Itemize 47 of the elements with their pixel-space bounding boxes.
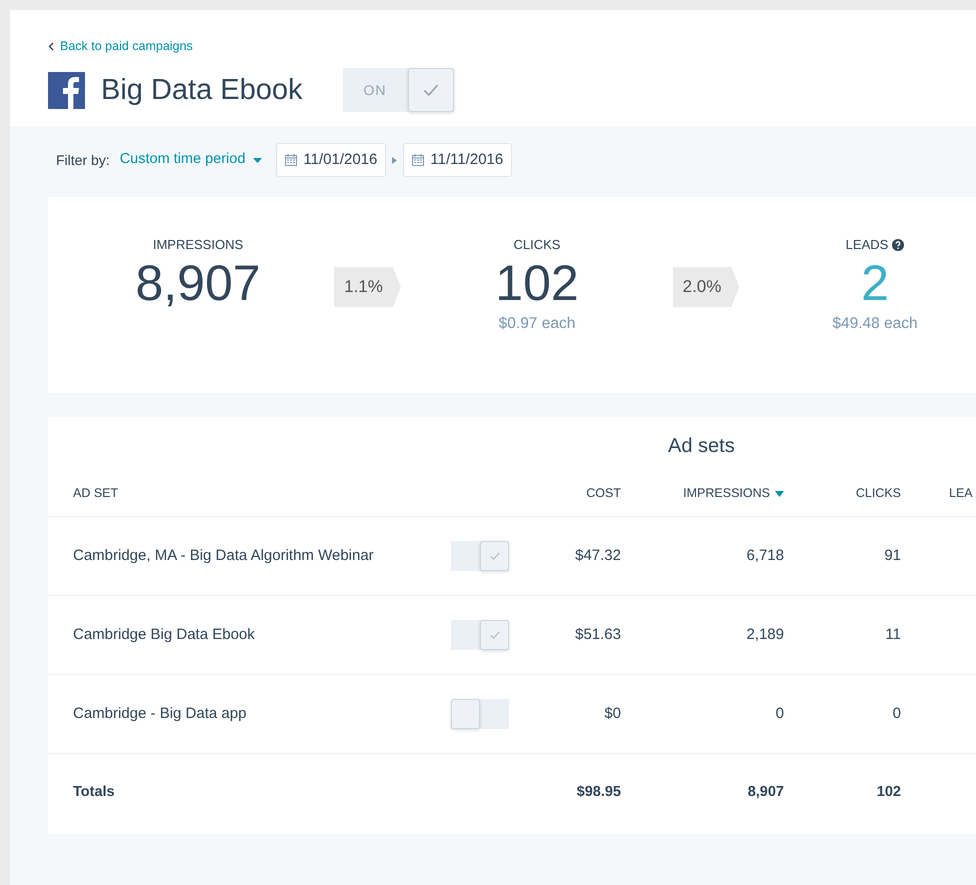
stat-label: IMPRESSIONS <box>152 236 244 254</box>
ad-set-toggle[interactable] <box>451 620 509 650</box>
column-header[interactable]: COST <box>513 484 621 503</box>
stat-value: 2 <box>861 254 889 312</box>
ad-set-toggle[interactable] <box>451 541 509 571</box>
column-header[interactable]: IMPRESSIONS <box>621 484 784 503</box>
ad-set-name: Cambridge - Big Data app <box>73 704 248 724</box>
clicks-cell-text: 11 <box>884 624 901 645</box>
calendar-icon <box>412 154 424 166</box>
calendar-icon <box>285 154 298 166</box>
ad-set-toggle[interactable] <box>451 699 509 729</box>
caret-icon <box>253 158 262 162</box>
filter-label: Filter by: <box>56 150 110 170</box>
clicks-cell-text: 91 <box>883 546 901 566</box>
impressions-cell-text: 6,718 <box>745 546 784 566</box>
cost-cell-text: $0 <box>603 704 621 724</box>
ad-set-name: Cambridge Big Data Ebook <box>73 624 256 645</box>
impressions-cell-text: 0 <box>774 704 784 724</box>
column-header[interactable]: LEA <box>949 484 976 503</box>
clicks-cell-text: 0 <box>892 704 901 724</box>
chevron-left-icon <box>48 42 54 51</box>
campaign-title: Big Data Ebook <box>101 72 303 108</box>
arrow-right-icon <box>392 156 398 164</box>
stat-cost: $0.97 each <box>498 314 576 334</box>
date-field[interactable]: 11/01/2016 <box>276 143 386 177</box>
cost-total: $98.95 <box>576 783 621 802</box>
stat-value: 8,907 <box>135 254 261 312</box>
stat-value: 102 <box>495 254 579 312</box>
back-link[interactable]: Back to paid campaigns <box>48 37 193 56</box>
logo-icon <box>48 72 85 108</box>
column-header[interactable]: CLICKS <box>784 484 901 503</box>
sort-down-icon <box>775 490 784 496</box>
clicks-total: 102 <box>876 783 901 802</box>
stat-label: LEADS <box>846 236 888 254</box>
date-field[interactable]: 11/11/2016 <box>403 143 512 177</box>
impressions-cell-text: 2,189 <box>745 624 784 645</box>
conversion-rate-badge: 1.1% <box>334 267 401 307</box>
stat-label: CLICKS <box>514 236 560 254</box>
conversion-rate-badge: 2.0% <box>672 267 740 307</box>
stat-cost: $49.48 each <box>832 314 918 334</box>
impressions-total: 8,907 <box>746 783 784 802</box>
cost-cell-text: $51.63 <box>574 624 621 645</box>
column-header[interactable]: AD SET <box>73 484 451 503</box>
cost-cell-text: $47.32 <box>574 546 621 566</box>
table-title: Ad sets <box>667 434 736 459</box>
totals-label: Totals <box>73 783 116 802</box>
ad-set-name: Cambridge, MA - Big Data Algorithm Webinar <box>73 546 375 566</box>
